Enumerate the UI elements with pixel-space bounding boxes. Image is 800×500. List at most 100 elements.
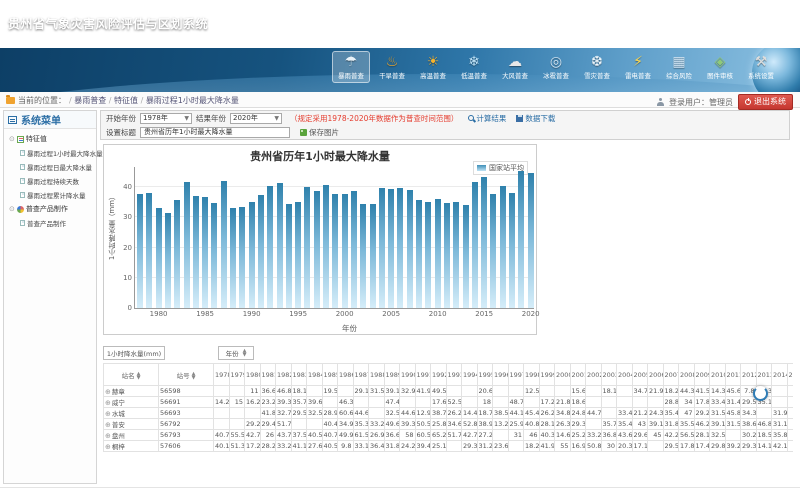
chart-panel: 贵州省历年1小时最大降水量 国家站平均 1小时降水量（mm） 010203040… bbox=[103, 144, 537, 335]
value-cell bbox=[787, 441, 793, 452]
y-tick-label: 20 bbox=[116, 244, 132, 252]
filter-row-2: 设置标题 贵州省历年1小时最大降水量 保存图片 bbox=[101, 125, 789, 139]
nav-settings[interactable]: ⚒系统设置 bbox=[742, 51, 780, 83]
bar-2005 bbox=[388, 189, 394, 308]
value-cell bbox=[214, 419, 230, 430]
table-row: ⊕普安5679229.229.451.740.434.935.333.249.6… bbox=[104, 419, 794, 430]
drought-icon: ♨ bbox=[374, 54, 410, 71]
value-cell: 55 bbox=[555, 441, 571, 452]
row-expand-icon[interactable]: ⊕ bbox=[105, 399, 111, 407]
value-cell: 45 bbox=[648, 430, 664, 441]
nav-map-review[interactable]: ◈图件审核 bbox=[701, 51, 739, 83]
value-cell: 44.3 bbox=[679, 386, 695, 397]
value-cell: 18.7 bbox=[477, 408, 493, 419]
value-cell: 47.4 bbox=[384, 397, 400, 408]
value-cell: 24.8 bbox=[570, 408, 586, 419]
col-header-year: 1984 bbox=[307, 364, 323, 386]
bar-2010 bbox=[435, 199, 441, 308]
breadcrumb-link[interactable]: 特征值 bbox=[114, 96, 138, 105]
value-cell bbox=[787, 408, 793, 419]
save-image-button[interactable]: 保存图片 bbox=[300, 127, 339, 138]
nav-drought[interactable]: ♨干旱普查 bbox=[373, 51, 411, 83]
row-expand-icon[interactable]: ⊕ bbox=[105, 410, 111, 418]
row-expand-icon[interactable]: ⊕ bbox=[105, 421, 111, 429]
row-expand-icon[interactable]: ⊕ bbox=[105, 432, 111, 440]
value-cell bbox=[756, 408, 772, 419]
unit-chip: 1小时降水量(mm) bbox=[103, 346, 165, 360]
col-header-year: 1999 bbox=[539, 364, 555, 386]
data-download-button[interactable]: 数据下载 bbox=[516, 113, 555, 124]
chart-title-input[interactable]: 贵州省历年1小时最大降水量 bbox=[140, 127, 290, 138]
save-disk-icon bbox=[516, 115, 523, 122]
nav-composite-risk[interactable]: ▦综合风险 bbox=[660, 51, 698, 83]
sort-icons[interactable]: ▲▼ bbox=[137, 372, 141, 380]
value-cell: 39.3 bbox=[400, 419, 416, 430]
header-nav: ☂暴雨普查♨干旱普查☀高温普查❄低温普查☁大风普查◎冰雹普查❆雪灾普查⚡雷电普查… bbox=[332, 51, 780, 83]
value-cell: 39.1 bbox=[710, 419, 726, 430]
sidebar-item[interactable]: 暴雨过程1小时最大降水量 bbox=[6, 146, 94, 160]
sidebar-item[interactable]: 普查产品制作 bbox=[6, 216, 94, 230]
sort-icons[interactable]: ▲▼ bbox=[192, 372, 196, 380]
col-header-station-name[interactable]: 站名▲▼ bbox=[104, 364, 159, 386]
nav-wind[interactable]: ☁大风普查 bbox=[496, 51, 534, 83]
value-cell bbox=[524, 397, 540, 408]
value-cell bbox=[291, 419, 307, 430]
station-name-cell: ⊕水城 bbox=[104, 408, 159, 419]
nav-snow[interactable]: ❆雪灾普查 bbox=[578, 51, 616, 83]
row-expand-icon[interactable]: ⊕ bbox=[105, 388, 111, 396]
col-header-year: 2001 bbox=[570, 364, 586, 386]
station-data-table: 站名▲▼站号▲▼19781979198019811982198319841985… bbox=[103, 363, 793, 452]
col-header-station-id[interactable]: 站号▲▼ bbox=[159, 364, 214, 386]
x-tick-label: 1985 bbox=[196, 310, 214, 318]
nav-lightning[interactable]: ⚡雷电普查 bbox=[619, 51, 657, 83]
end-year-select[interactable]: 2020年 ▼ bbox=[230, 113, 282, 124]
col-header-year: 1995 bbox=[477, 364, 493, 386]
row-expand-icon[interactable]: ⊕ bbox=[105, 443, 111, 451]
sidebar-item[interactable]: 暴雨过程持续天数 bbox=[6, 174, 94, 188]
value-cell bbox=[307, 386, 323, 397]
bar-2016 bbox=[490, 194, 496, 308]
sidebar-item[interactable]: 暴雨过程日最大降水量 bbox=[6, 160, 94, 174]
value-cell: 34.8 bbox=[555, 408, 571, 419]
y-tick-label: 40 bbox=[116, 183, 132, 191]
settings-icon: ⚒ bbox=[743, 54, 779, 71]
expand-icon[interactable]: ⊙ bbox=[9, 205, 15, 213]
value-cell: 30.2 bbox=[741, 430, 757, 441]
station-id-cell: 57606 bbox=[159, 441, 214, 452]
value-cell bbox=[214, 408, 230, 419]
value-cell bbox=[245, 408, 261, 419]
breadcrumb-link[interactable]: 暴雨普查 bbox=[74, 96, 106, 105]
value-cell: 60.6 bbox=[338, 408, 354, 419]
logout-button[interactable]: 退出系统 bbox=[738, 94, 793, 110]
col-header-year: 2002 bbox=[586, 364, 602, 386]
breadcrumb-link[interactable]: 暴雨过程1小时最大降水量 bbox=[146, 96, 239, 105]
year-sort-control[interactable]: 年份 ▲▼ bbox=[218, 346, 254, 360]
sidebar-group-特征值[interactable]: ⊙特征值 bbox=[6, 132, 94, 146]
value-cell bbox=[787, 419, 793, 430]
value-cell: 50.8 bbox=[586, 441, 602, 452]
nav-hail[interactable]: ◎冰雹普查 bbox=[537, 51, 575, 83]
value-cell bbox=[725, 430, 741, 441]
col-header-year: 2007 bbox=[663, 364, 679, 386]
nav-item-label: 大风普查 bbox=[498, 71, 531, 80]
value-cell bbox=[214, 386, 230, 397]
nav-high-temp[interactable]: ☀高温普查 bbox=[414, 51, 452, 83]
sidebar-group-普查产品制作[interactable]: ⊙普查产品制作 bbox=[6, 202, 94, 216]
app-bottom-edge bbox=[0, 487, 800, 488]
expand-icon[interactable]: ⊙ bbox=[9, 135, 15, 143]
sidebar-item[interactable]: 暴雨过程累计降水量 bbox=[6, 188, 94, 202]
bar-2006 bbox=[397, 188, 403, 308]
calc-result-button[interactable]: 计算结果 bbox=[468, 113, 506, 124]
nav-rainstorm[interactable]: ☂暴雨普查 bbox=[332, 51, 370, 83]
bar-2003 bbox=[370, 204, 376, 308]
value-cell: 18 bbox=[477, 397, 493, 408]
value-cell: 29.1 bbox=[353, 386, 369, 397]
nav-low-temp[interactable]: ❄低温普查 bbox=[455, 51, 493, 83]
nav-item-label: 图件审核 bbox=[703, 71, 736, 80]
start-year-select[interactable]: 1978年 ▼ bbox=[140, 113, 192, 124]
sort-icons[interactable]: ▲▼ bbox=[243, 349, 247, 357]
loading-spinner-icon bbox=[753, 386, 768, 401]
station-data-table-wrap: 站名▲▼站号▲▼19781979198019811982198319841985… bbox=[103, 363, 793, 455]
value-cell bbox=[415, 397, 431, 408]
end-year-label: 结果年份 bbox=[196, 113, 226, 124]
